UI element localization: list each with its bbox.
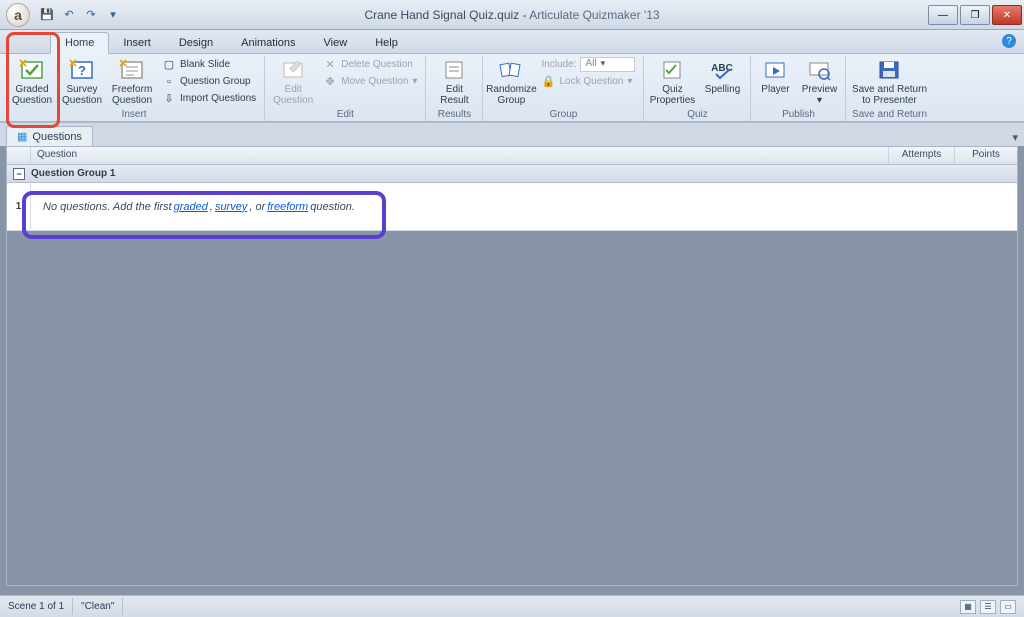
status-bar: Scene 1 of 1 "Clean" ▦ ☰ ▭ [0, 595, 1024, 617]
lock-question-button: 🔒Lock Question ▾ [537, 73, 639, 90]
spelling-icon: ABC [708, 58, 736, 82]
ribbon-tabs: Home Insert Design Animations View Help … [0, 30, 1024, 54]
preview-button[interactable]: Preview▾ [797, 56, 841, 108]
empty-question-row: 1 No questions. Add the first graded , s… [7, 183, 1017, 231]
app-name: Articulate Quizmaker '13 [529, 8, 659, 22]
panel-dropdown[interactable]: ▾ [1006, 129, 1024, 146]
graded-question-icon [18, 58, 46, 82]
blank-slide-button[interactable]: ▢Blank Slide [158, 56, 260, 73]
tab-design[interactable]: Design [165, 33, 227, 53]
blank-slide-icon: ▢ [162, 58, 176, 72]
tab-insert[interactable]: Insert [109, 33, 165, 53]
undo-icon[interactable]: ↶ [61, 7, 77, 23]
save-icon[interactable]: 💾 [39, 7, 55, 23]
lock-icon: 🔒 [541, 75, 555, 89]
svg-text:ABC: ABC [712, 63, 734, 74]
import-questions-button[interactable]: ⇩Import Questions [158, 90, 260, 107]
graded-question-button[interactable]: Graded Question [8, 56, 56, 108]
window-title: Crane Hand Signal Quiz.quiz - Articulate… [364, 8, 659, 22]
quiz-properties-button[interactable]: Quiz Properties [648, 56, 696, 108]
group-collapse-toggle[interactable]: − [13, 168, 25, 180]
import-icon: ⇩ [162, 92, 176, 106]
question-group-button[interactable]: ▫Question Group [158, 73, 260, 90]
question-grid: Question Attempts Points − Question Grou… [6, 146, 1018, 586]
delete-icon: ✕ [323, 58, 337, 72]
view-grid-icon[interactable]: ▦ [960, 600, 976, 614]
svg-text:?: ? [78, 63, 86, 78]
survey-question-button[interactable]: ? Survey Question [58, 56, 106, 108]
ribbon-group-quiz: Quiz Properties ABC Spelling Quiz [644, 56, 751, 121]
app-icon[interactable]: a [6, 3, 30, 27]
include-select[interactable]: All [580, 57, 635, 72]
help-icon[interactable]: ? [1002, 34, 1016, 48]
move-question-button: ✥Move Question ▾ [319, 73, 421, 90]
questions-tab-icon: ▦ [17, 130, 27, 143]
player-icon [761, 58, 789, 82]
maximize-button[interactable]: ❐ [960, 5, 990, 25]
move-icon: ✥ [323, 75, 337, 89]
ribbon-group-publish: Player Preview▾ Publish [751, 56, 846, 121]
tab-help[interactable]: Help [361, 33, 412, 53]
quick-access-toolbar: 💾 ↶ ↷ ▾ [39, 7, 121, 23]
freeform-question-icon [118, 58, 146, 82]
qat-dropdown-icon[interactable]: ▾ [105, 7, 121, 23]
edit-question-icon [279, 58, 307, 82]
ribbon-group-edit: Edit Question ✕Delete Question ✥Move Que… [265, 56, 426, 121]
save-return-icon [875, 58, 903, 82]
panel-tabs: ▦ Questions ▾ [0, 122, 1024, 146]
tab-animations[interactable]: Animations [227, 33, 309, 53]
link-survey[interactable]: survey [215, 201, 247, 213]
column-question[interactable]: Question [31, 147, 889, 164]
view-switcher: ▦ ☰ ▭ [960, 600, 1024, 614]
delete-question-button: ✕Delete Question [319, 56, 421, 73]
column-attempts[interactable]: Attempts [889, 147, 955, 164]
tab-view[interactable]: View [310, 33, 362, 53]
ribbon-group-insert: Graded Question ? Survey Question Freefo… [4, 56, 265, 121]
spelling-button[interactable]: ABC Spelling [698, 56, 746, 108]
close-button[interactable]: ✕ [992, 5, 1022, 25]
row-index: 1 [7, 183, 31, 230]
randomize-group-button[interactable]: Randomize Group [487, 56, 535, 108]
question-group-icon: ▫ [162, 75, 176, 89]
redo-icon[interactable]: ↷ [83, 7, 99, 23]
question-group-row[interactable]: − Question Group 1 [7, 165, 1017, 183]
status-clean: "Clean" [73, 598, 123, 615]
status-scene: Scene 1 of 1 [0, 598, 73, 615]
minimize-button[interactable]: — [928, 5, 958, 25]
file-name: Crane Hand Signal Quiz.quiz [364, 8, 519, 22]
survey-question-icon: ? [68, 58, 96, 82]
grid-header: Question Attempts Points [7, 147, 1017, 165]
link-graded[interactable]: graded [174, 201, 208, 213]
column-number[interactable] [7, 147, 31, 164]
preview-icon [805, 58, 833, 82]
edit-result-button[interactable]: Edit Result [430, 56, 478, 108]
empty-message: No questions. Add the first graded , sur… [31, 183, 1017, 230]
randomize-icon [497, 58, 525, 82]
player-button[interactable]: Player [755, 56, 795, 108]
quiz-properties-icon [658, 58, 686, 82]
tab-home[interactable]: Home [50, 32, 109, 54]
window-controls: — ❐ ✕ [928, 4, 1024, 25]
view-single-icon[interactable]: ▭ [1000, 600, 1016, 614]
ribbon-group-results: Edit Result Results [426, 56, 483, 121]
ribbon: Graded Question ? Survey Question Freefo… [0, 54, 1024, 122]
link-freeform[interactable]: freeform [267, 201, 308, 213]
ribbon-group-group: Randomize Group Include: All 🔒Lock Quest… [483, 56, 644, 121]
include-row: Include: All [537, 56, 639, 73]
view-list-icon[interactable]: ☰ [980, 600, 996, 614]
column-points[interactable]: Points [955, 147, 1017, 164]
edit-result-icon [440, 58, 468, 82]
ribbon-group-save-return: Save and Return to Presenter Save and Re… [846, 56, 932, 121]
title-bar: a 💾 ↶ ↷ ▾ Crane Hand Signal Quiz.quiz - … [0, 0, 1024, 30]
edit-question-button: Edit Question [269, 56, 317, 108]
save-return-button[interactable]: Save and Return to Presenter [850, 56, 928, 108]
questions-panel-tab[interactable]: ▦ Questions [6, 126, 93, 147]
freeform-question-button[interactable]: Freeform Question [108, 56, 156, 108]
